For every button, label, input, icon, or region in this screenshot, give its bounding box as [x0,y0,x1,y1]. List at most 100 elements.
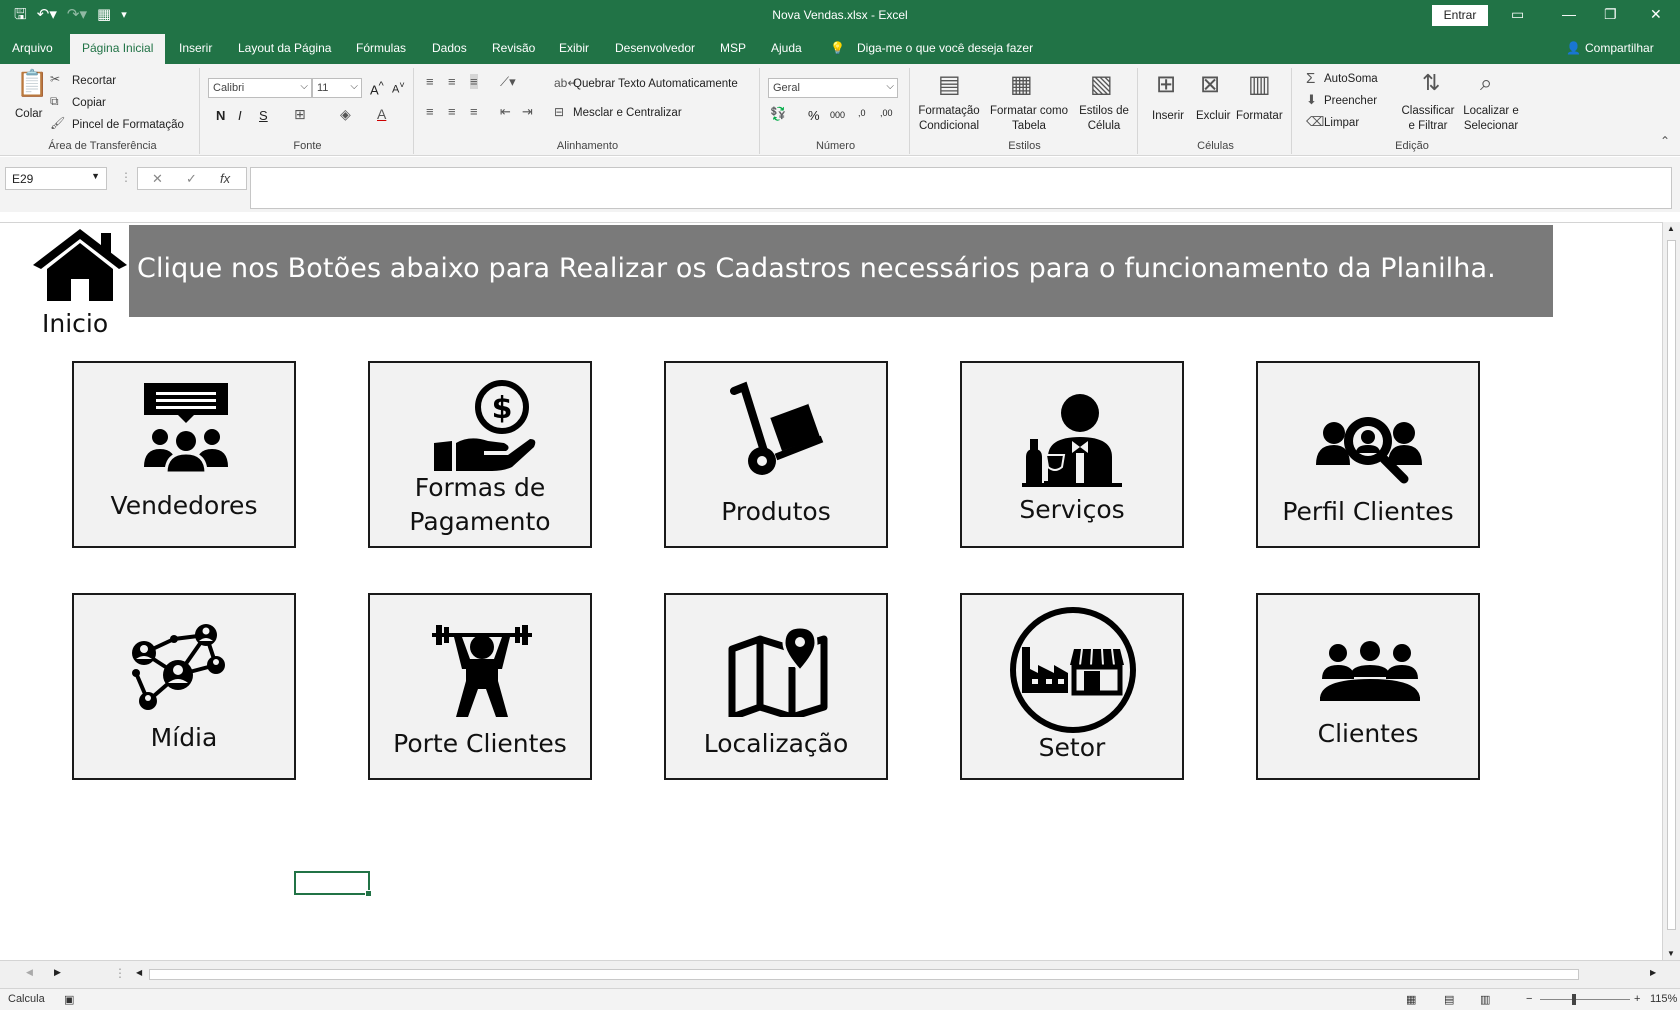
zoom-level[interactable]: 115% [1650,993,1677,1005]
formas-pagamento-button[interactable]: $ Formas de Pagamento [368,361,592,548]
conditional-format-icon[interactable]: ▤ [938,70,961,99]
splitter-icon[interactable]: ⋮ [114,966,126,980]
insert-cells-button[interactable]: Inserir [1152,110,1184,122]
tab-exibir[interactable]: Exibir [559,41,589,55]
tell-me-search[interactable]: Diga-me o que você deseja fazer [857,41,1033,55]
zoom-slider[interactable] [1540,999,1630,1000]
increase-indent-icon[interactable]: ⇥ [522,104,533,120]
fill-button[interactable]: Preencher [1324,95,1377,107]
perfil-clientes-button[interactable]: Perfil Clientes [1256,361,1480,548]
borders-icon[interactable]: ⊞ [294,106,306,123]
sort-filter-icon[interactable]: ⇅ [1422,70,1440,96]
conditional-format-button[interactable]: Formatação Condicional [918,104,980,134]
orientation-icon[interactable]: ⟋▾ [500,74,516,90]
vendedores-button[interactable]: Vendedores [72,361,296,548]
grow-font-icon[interactable]: A^ [370,80,384,97]
cancel-icon[interactable]: ✕ [152,171,163,187]
copy-icon[interactable]: ⧉ [50,94,59,109]
enter-icon[interactable]: ✓ [186,171,197,187]
format-cells-button[interactable]: Formatar [1236,110,1283,122]
collapse-ribbon-icon[interactable]: ⌃ [1660,134,1670,148]
minimize-icon[interactable]: — [1562,6,1576,22]
normal-view-icon[interactable]: ▦ [1406,993,1416,1006]
font-size-select[interactable]: 11 ⌵ [312,78,362,98]
align-middle-icon[interactable]: ≡ [448,74,456,89]
tab-revisao[interactable]: Revisão [492,41,535,55]
merge-center-button[interactable]: Mesclar e Centralizar [573,107,682,119]
vertical-scrollbar[interactable]: ▲ ▼ [1662,222,1680,960]
cell-styles-button[interactable]: Estilos de Célula [1076,104,1132,134]
name-box[interactable]: E29 ▼ [5,167,107,190]
clear-icon[interactable]: ⌫ [1306,114,1324,130]
format-cells-icon[interactable]: ▥ [1248,70,1271,99]
share-icon[interactable]: 👤 [1566,41,1581,55]
cut-button[interactable]: Recortar [72,75,116,87]
number-format-select[interactable]: Geral ⌵ [768,78,898,98]
next-sheet-icon[interactable]: ▶ [54,967,61,978]
merge-icon[interactable]: ⊟ [554,105,564,119]
macro-record-icon[interactable]: ▣ [64,993,74,1006]
fill-color-icon[interactable]: ◈ [340,106,351,123]
format-table-button[interactable]: Formatar como Tabela [988,104,1070,134]
font-name-select[interactable]: Calibri ⌵ [208,78,312,98]
scroll-left-icon[interactable]: ◀ [136,968,142,977]
wrap-text-button[interactable]: Quebrar Texto Automaticamente [573,78,738,90]
zoom-in-icon[interactable]: + [1634,993,1640,1005]
format-painter-icon[interactable]: 🖌 [50,116,65,130]
scroll-right-icon[interactable]: ▶ [1650,968,1656,977]
vertical-scroll-thumb[interactable] [1667,240,1676,930]
find-select-button[interactable]: Localizar e Selecionar [1458,104,1524,134]
cell-styles-icon[interactable]: ▧ [1090,70,1113,99]
percent-icon[interactable]: % [808,108,820,123]
shrink-font-icon[interactable]: A˅ [392,80,405,96]
paste-icon[interactable]: 📋 [16,68,48,99]
tab-dados[interactable]: Dados [432,41,467,55]
localizacao-button[interactable]: Localização [664,593,888,780]
page-break-view-icon[interactable]: ▥ [1480,993,1490,1006]
tab-layout[interactable]: Layout da Página [238,41,331,55]
bold-button[interactable]: N [216,108,225,123]
formula-input[interactable] [250,167,1672,209]
find-select-icon[interactable]: ⌕ [1480,70,1492,96]
align-bottom-icon[interactable]: ≡ [470,74,478,89]
increase-decimal-icon[interactable]: ,0 [858,108,866,118]
clear-button[interactable]: Limpar [1324,117,1359,129]
tab-arquivo[interactable]: Arquivo [12,41,53,55]
clientes-button[interactable]: Clientes [1256,593,1480,780]
format-table-icon[interactable]: ▦ [1010,70,1033,99]
sign-in-button[interactable]: Entrar [1432,5,1488,26]
format-painter-button[interactable]: Pincel de Formatação [72,119,184,131]
fill-icon[interactable]: ⬇ [1306,92,1317,108]
close-icon[interactable]: ✕ [1650,6,1662,23]
cut-icon[interactable]: ✂ [50,72,60,86]
currency-icon[interactable]: 💱 [770,106,786,122]
servicos-button[interactable]: Serviços [960,361,1184,548]
home-button[interactable] [31,225,129,317]
setor-button[interactable]: Setor [960,593,1184,780]
selected-cell[interactable] [294,871,372,897]
align-right-icon[interactable]: ≡ [470,104,478,119]
tab-ajuda[interactable]: Ajuda [771,41,802,55]
delete-cells-icon[interactable]: ⊠ [1200,70,1220,99]
midia-button[interactable]: Mídia [72,593,296,780]
worksheet[interactable]: Clique nos Botões abaixo para Realizar o… [0,222,1662,960]
produtos-button[interactable]: Produtos [664,361,888,548]
prev-sheet-icon[interactable]: ◀ [26,967,33,978]
restore-icon[interactable]: ❐ [1604,6,1617,23]
sort-filter-button[interactable]: Classificar e Filtrar [1400,104,1456,134]
ribbon-display-icon[interactable]: ▭ [1511,6,1524,23]
insert-cells-icon[interactable]: ⊞ [1156,70,1176,99]
insert-function-button[interactable]: fx [220,171,230,186]
porte-clientes-button[interactable]: Porte Clientes [368,593,592,780]
page-layout-view-icon[interactable]: ▤ [1444,993,1454,1006]
align-left-icon[interactable]: ≡ [426,104,434,119]
underline-button[interactable]: S [259,108,268,123]
delete-cells-button[interactable]: Excluir [1196,110,1231,122]
align-center-icon[interactable]: ≡ [448,104,456,119]
autosum-icon[interactable]: Σ [1306,70,1315,87]
copy-button[interactable]: Copiar [72,97,106,109]
paste-button[interactable]: Colar [15,108,42,120]
tab-inserir[interactable]: Inserir [179,41,212,55]
tab-desenvolvedor[interactable]: Desenvolvedor [615,41,695,55]
align-top-icon[interactable]: ≡ [426,74,434,89]
